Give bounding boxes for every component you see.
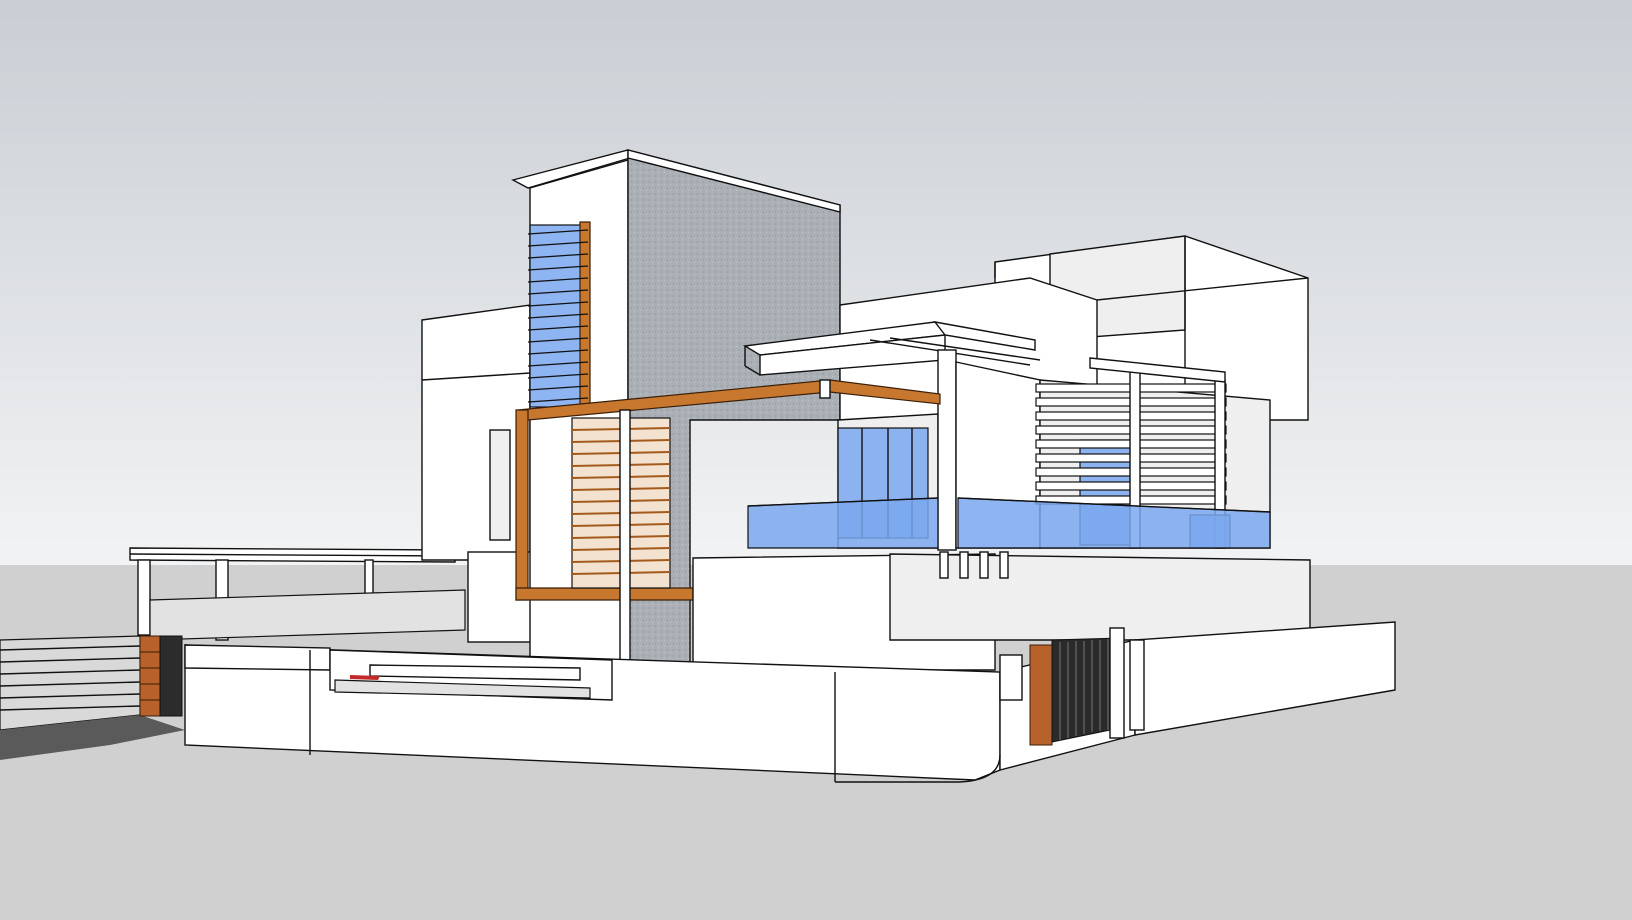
model-viewport[interactable] xyxy=(0,0,1632,920)
brick-pillar-left xyxy=(139,635,183,717)
house-model[interactable] xyxy=(0,0,1632,920)
